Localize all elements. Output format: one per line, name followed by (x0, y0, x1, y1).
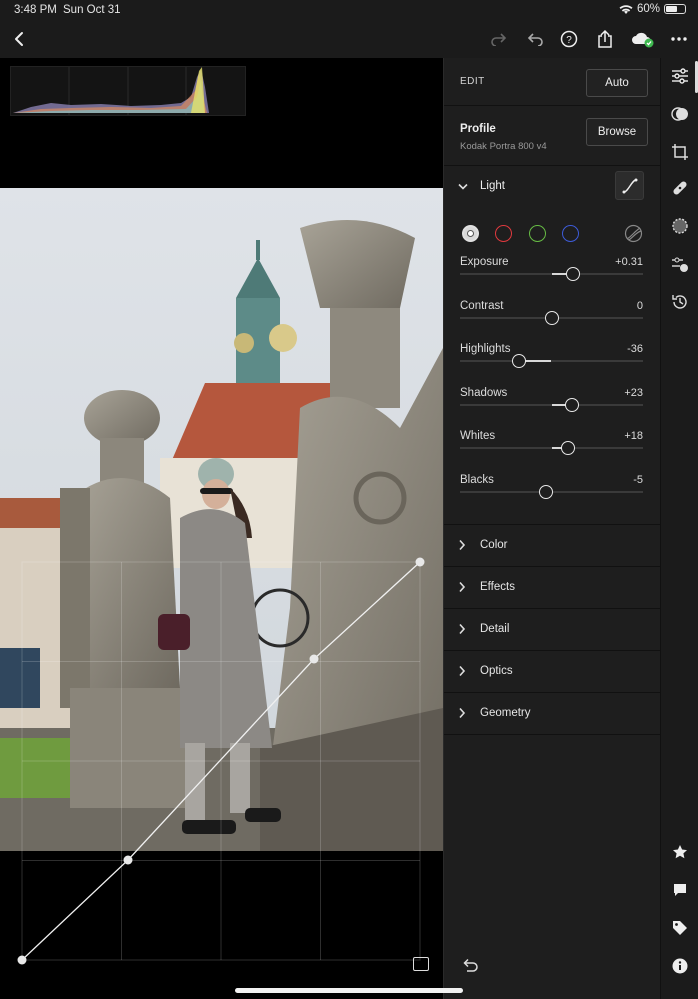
slider-value[interactable]: -5 (633, 474, 643, 486)
edit-sliders-icon[interactable] (670, 66, 690, 86)
undo-icon[interactable] (524, 28, 546, 50)
section-optics[interactable]: Optics (444, 651, 661, 693)
slider-contrast[interactable]: Contrast 0 (460, 300, 643, 340)
cloud-sync-icon[interactable] (630, 28, 656, 50)
slider-exposure[interactable]: Exposure +0.31 (460, 256, 643, 296)
section-geometry[interactable]: Geometry (444, 693, 661, 735)
slider-blacks[interactable]: Blacks -5 (460, 474, 643, 514)
slider-value[interactable]: -36 (627, 343, 643, 355)
help-icon[interactable]: ? (558, 28, 580, 50)
edit-header: EDIT Auto (444, 58, 661, 106)
crop-icon[interactable] (670, 142, 690, 162)
chevron-right-icon (459, 539, 466, 551)
curve-point-shadows[interactable] (123, 855, 133, 865)
section-detail[interactable]: Detail (444, 609, 661, 651)
status-bar: 3:48 PM Sun Oct 31 60% (0, 0, 698, 20)
slider-shadows[interactable]: Shadows +23 (460, 387, 643, 427)
selective-icon[interactable] (670, 254, 690, 274)
healing-icon[interactable] (670, 178, 690, 198)
slider-whites[interactable]: Whites +18 (460, 430, 643, 470)
section-title: Optics (480, 665, 513, 677)
star-icon[interactable] (670, 842, 690, 862)
share-icon[interactable] (594, 28, 616, 50)
slider-label: Contrast (460, 299, 504, 312)
light-section: Light Exposure +0.31 Contrast 0 Highlights -3… (444, 166, 661, 525)
slider-value[interactable]: 0 (637, 300, 643, 312)
chevron-right-icon (459, 707, 466, 719)
photo-canvas[interactable] (0, 58, 443, 999)
edit-label: EDIT (460, 76, 485, 87)
masking-icon[interactable] (670, 216, 690, 236)
slider-knob[interactable] (564, 397, 579, 412)
curve-point-black[interactable] (17, 955, 27, 965)
slider-knob[interactable] (544, 310, 559, 325)
slider-value[interactable]: +23 (624, 387, 643, 399)
channel-white-icon[interactable] (462, 225, 479, 242)
histogram (10, 66, 246, 116)
profile-label: Profile (460, 123, 496, 135)
status-right: 60% (619, 3, 686, 15)
history-icon[interactable] (670, 292, 690, 312)
back-chevron-icon[interactable] (8, 28, 30, 50)
chevron-right-icon (459, 665, 466, 677)
light-header[interactable]: Light (444, 166, 661, 208)
tag-icon[interactable] (670, 918, 690, 938)
curve-channel-row (444, 222, 661, 250)
battery-percent: 60% (636, 3, 660, 15)
slider-value[interactable]: +0.31 (615, 256, 643, 268)
section-title: Color (480, 539, 508, 551)
slider-highlights[interactable]: Highlights -36 (460, 343, 643, 383)
presets-icon[interactable] (670, 104, 690, 124)
slider-knob[interactable] (511, 354, 526, 369)
slider-label: Highlights (460, 343, 511, 356)
info-icon[interactable] (670, 956, 690, 976)
slider-knob[interactable] (566, 267, 581, 281)
slider-value[interactable]: +18 (624, 430, 643, 442)
top-toolbar: ? (0, 20, 698, 58)
slider-knob[interactable] (539, 485, 553, 499)
chevron-right-icon (459, 581, 466, 593)
channel-green-icon[interactable] (529, 225, 546, 242)
browse-button[interactable]: Browse (586, 118, 648, 146)
parametric-curve-icon[interactable] (624, 224, 643, 243)
section-effects[interactable]: Effects (444, 567, 661, 609)
slider-label: Exposure (460, 256, 509, 268)
curve-options-icon[interactable] (413, 957, 429, 971)
edit-panel: EDIT Auto Profile Kodak Portra 800 v4 Br… (443, 58, 661, 999)
slider-label: Blacks (460, 474, 494, 486)
section-title: Geometry (480, 707, 531, 719)
reset-icon[interactable] (462, 958, 478, 972)
wifi-icon (619, 4, 633, 14)
redo-icon[interactable] (488, 28, 510, 50)
right-tool-rail (660, 58, 698, 999)
section-color[interactable]: Color (444, 525, 661, 567)
more-icon[interactable] (668, 28, 690, 50)
tone-curve-toggle-icon[interactable] (615, 171, 644, 200)
chevron-right-icon (459, 623, 466, 635)
section-title: Detail (480, 623, 510, 635)
slider-label: Shadows (460, 386, 508, 399)
svg-text:?: ? (566, 35, 572, 46)
chevron-down-icon (458, 183, 468, 190)
comment-icon[interactable] (670, 880, 690, 900)
channel-red-icon[interactable] (495, 225, 512, 242)
light-title: Light (480, 180, 505, 192)
slider-knob[interactable] (560, 441, 575, 456)
profile-row[interactable]: Profile Kodak Portra 800 v4 Browse (444, 106, 661, 166)
photo-image (0, 188, 443, 851)
slider-track[interactable] (460, 360, 643, 363)
auto-button[interactable]: Auto (586, 69, 648, 97)
slider-label: Whites (460, 430, 496, 443)
profile-name: Kodak Portra 800 v4 (460, 141, 547, 152)
battery-icon (664, 4, 686, 14)
home-indicator[interactable] (235, 988, 463, 993)
channel-blue-icon[interactable] (562, 225, 579, 242)
status-time: 3:48 PM (14, 4, 57, 16)
section-title: Effects (480, 581, 515, 593)
status-date: Sun Oct 31 (63, 4, 121, 16)
